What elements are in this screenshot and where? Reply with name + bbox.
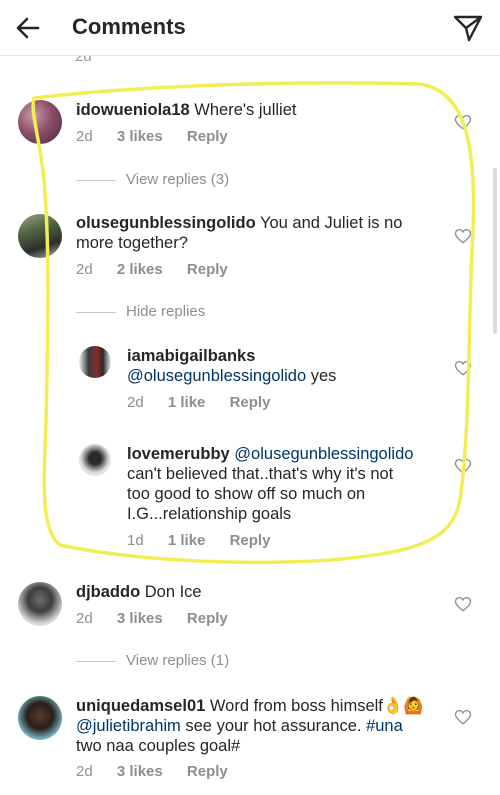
reply-button[interactable]: Reply: [230, 532, 271, 549]
comment-likes[interactable]: 3 likes: [117, 763, 163, 780]
mention-link[interactable]: @olusegunblessingolido: [127, 367, 306, 385]
comment-likes[interactable]: 3 likes: [117, 128, 163, 145]
replies-divider: [76, 660, 116, 662]
reply-username[interactable]: iamabigailbanks: [127, 347, 255, 365]
reply-likes[interactable]: 1 like: [168, 394, 206, 411]
reply-button[interactable]: Reply: [187, 128, 228, 145]
avatar[interactable]: [18, 696, 62, 740]
avatar[interactable]: [18, 100, 62, 144]
view-replies-button[interactable]: View replies (1): [76, 652, 229, 669]
scrollbar[interactable]: [493, 168, 497, 334]
reply-text: can't believed that..that's why it's not: [127, 465, 394, 483]
reply-button[interactable]: Reply: [187, 261, 228, 278]
mention-link[interactable]: @julietibrahim: [76, 717, 181, 735]
like-heart-icon[interactable]: [454, 708, 472, 726]
comment-text-continued: two naa couples goal#: [76, 737, 241, 755]
like-heart-icon[interactable]: [454, 359, 472, 377]
comment-time: 2d: [76, 261, 93, 278]
reply-time: 1d: [127, 532, 144, 549]
comment-likes[interactable]: 2 likes: [117, 261, 163, 278]
view-replies-button[interactable]: View replies (3): [76, 171, 229, 188]
hide-replies-button[interactable]: Hide replies: [76, 303, 205, 320]
back-arrow-icon[interactable]: [14, 14, 42, 42]
comment-likes[interactable]: 3 likes: [117, 610, 163, 627]
like-heart-icon[interactable]: [454, 595, 472, 613]
comment-text: You and Juliet is no: [259, 214, 403, 232]
avatar[interactable]: [79, 444, 111, 476]
replies-divider: [76, 311, 116, 313]
reply-text-continued: too good to show off so much on: [127, 485, 366, 503]
comment-username[interactable]: olusegunblessingolido: [76, 214, 256, 232]
replies-divider: [76, 179, 116, 181]
avatar[interactable]: [18, 582, 62, 626]
comment-username[interactable]: djbaddo: [76, 583, 140, 601]
comment-text-continued: more together?: [76, 234, 188, 252]
comment-text-continued: see your hot assurance.: [180, 717, 367, 735]
reply-button[interactable]: Reply: [187, 610, 228, 627]
comment-text: Don Ice: [144, 583, 202, 601]
comment-username[interactable]: uniquedamsel01: [76, 697, 205, 715]
mention-link[interactable]: @olusegunblessingolido: [234, 445, 413, 463]
reply-likes[interactable]: 1 like: [168, 532, 206, 549]
emoji: 👌🙆: [382, 697, 424, 715]
header-bar: Comments: [0, 0, 500, 56]
reply-button[interactable]: Reply: [230, 394, 271, 411]
reply-text: yes: [306, 367, 337, 385]
avatar[interactable]: [18, 214, 62, 258]
like-heart-icon[interactable]: [454, 457, 472, 475]
reply-username[interactable]: lovemerubby: [127, 445, 230, 463]
comment-text: Where's julliet: [194, 101, 297, 119]
reply-text-continued: I.G...relationship goals: [127, 505, 292, 523]
comment-text: Word from boss himself: [209, 697, 383, 715]
page-title: Comments: [72, 14, 186, 39]
direct-send-icon[interactable]: [452, 12, 484, 44]
comment-time: 2d: [76, 128, 93, 145]
reply-time: 2d: [127, 394, 144, 411]
like-heart-icon[interactable]: [454, 113, 472, 131]
hashtag-link[interactable]: #una: [366, 717, 403, 735]
avatar[interactable]: [79, 346, 111, 378]
comment-username[interactable]: idowueniola18: [76, 101, 190, 119]
comment-time: 2d: [76, 763, 93, 780]
comment-time: 2d: [76, 610, 93, 627]
like-heart-icon[interactable]: [454, 227, 472, 245]
reply-button[interactable]: Reply: [187, 763, 228, 780]
